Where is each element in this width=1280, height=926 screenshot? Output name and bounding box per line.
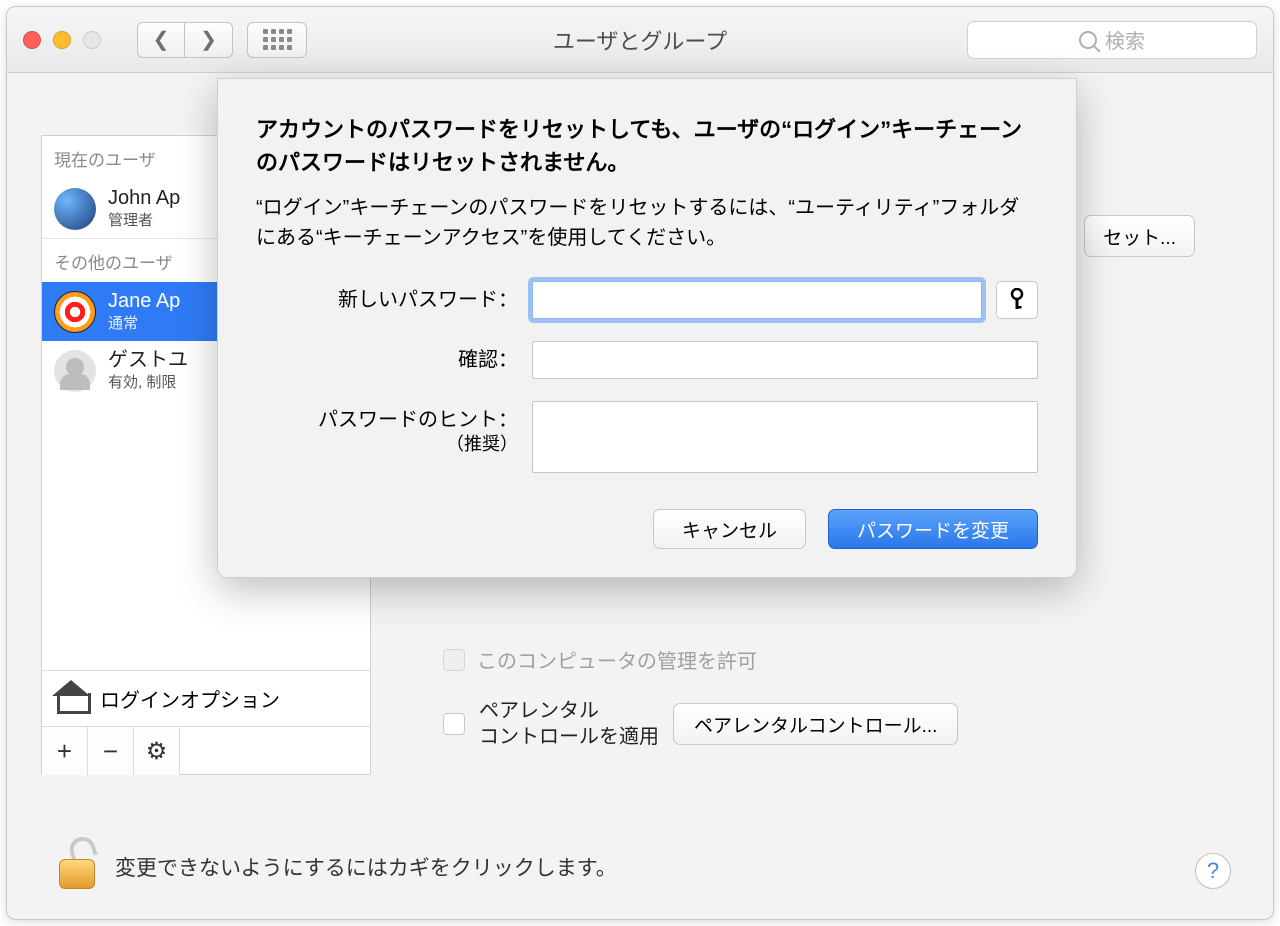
confirm-password-input[interactable] <box>532 341 1038 379</box>
allow-admin-row: このコンピュータの管理を許可 <box>443 645 757 674</box>
user-avatar-icon <box>54 188 96 230</box>
chevron-right-icon: ❯ <box>200 27 217 52</box>
search-placeholder: 検索 <box>1105 25 1145 54</box>
guest-avatar-icon <box>54 350 96 392</box>
new-password-input[interactable] <box>532 281 982 319</box>
user-role: 管理者 <box>108 209 180 230</box>
zoom-window-button[interactable] <box>83 31 101 49</box>
help-icon: ? <box>1207 858 1219 884</box>
nav-buttons: ❮ ❯ <box>137 22 233 58</box>
user-role: 通常 <box>108 312 180 333</box>
change-password-button[interactable]: パスワードを変更 <box>828 509 1038 549</box>
user-name: Jane Ap <box>108 290 180 312</box>
house-icon <box>54 684 88 714</box>
cancel-button[interactable]: キャンセル <box>653 509 806 549</box>
login-options-label: ログインオプション <box>100 684 280 713</box>
allow-admin-checkbox <box>443 649 465 671</box>
user-role: 有効, 制限 <box>108 371 188 392</box>
lock-text: 変更できないようにするにはカギをクリックします。 <box>115 852 617 882</box>
reset-password-button[interactable]: セット... <box>1084 215 1195 257</box>
reset-password-sheet: アカウントのパスワードをリセットしても、ユーザの“ログイン”キーチェーンのパスワ… <box>217 78 1077 578</box>
preferences-window: ❮ ❯ ユーザとグループ 検索 現在のユーザ <box>6 6 1274 920</box>
confirm-password-row: 確認： <box>256 341 1038 379</box>
unlock-icon[interactable] <box>57 841 97 893</box>
search-field[interactable]: 検索 <box>967 21 1257 59</box>
parental-checkbox[interactable] <box>443 713 465 735</box>
titlebar: ❮ ❯ ユーザとグループ 検索 <box>7 7 1273 73</box>
user-name: John Ap <box>108 187 180 209</box>
password-hint-row: パスワードのヒント： （推奨） <box>256 401 1038 473</box>
password-hint-label: パスワードのヒント： （推奨） <box>256 401 532 456</box>
minimize-window-button[interactable] <box>53 31 71 49</box>
help-button[interactable]: ? <box>1195 853 1231 889</box>
search-icon <box>1079 31 1097 49</box>
password-assistant-button[interactable] <box>996 281 1038 319</box>
new-password-label: 新しいパスワード： <box>256 281 532 313</box>
confirm-password-label: 確認： <box>256 341 532 373</box>
content-area: 現在のユーザ John Ap 管理者 その他のユーザ Jane Ap 通常 <box>7 73 1273 919</box>
user-name: ゲストユ <box>108 349 188 371</box>
user-avatar-icon <box>54 291 96 333</box>
open-parental-controls-button[interactable]: ペアレンタルコントロール... <box>673 703 958 745</box>
remove-user-button[interactable]: − <box>88 727 134 775</box>
chevron-left-icon: ❮ <box>153 27 170 52</box>
add-user-button[interactable]: + <box>42 727 88 775</box>
grid-icon <box>263 29 292 50</box>
back-button[interactable]: ❮ <box>137 22 185 58</box>
new-password-row: 新しいパスワード： <box>256 281 1038 319</box>
parental-controls-row: ペアレンタル コントロールを適用 ペアレンタルコントロール... <box>443 698 958 750</box>
sheet-button-row: キャンセル パスワードを変更 <box>256 509 1038 549</box>
password-hint-input[interactable] <box>532 401 1038 473</box>
close-window-button[interactable] <box>23 31 41 49</box>
forward-button[interactable]: ❯ <box>185 22 233 58</box>
show-all-button[interactable] <box>247 22 307 58</box>
login-options-row[interactable]: ログインオプション <box>42 670 370 726</box>
parental-label: ペアレンタル コントロールを適用 <box>479 698 659 750</box>
sheet-description: “ログイン”キーチェーンのパスワードをリセットするには、“ユーティリティ”フォル… <box>256 193 1038 253</box>
sheet-heading: アカウントのパスワードをリセットしても、ユーザの“ログイン”キーチェーンのパスワ… <box>256 113 1038 179</box>
lock-row: 変更できないようにするにはカギをクリックします。 <box>57 841 617 893</box>
allow-admin-label: このコンピュータの管理を許可 <box>477 645 757 674</box>
sidebar-action-buttons: + − ⚙ <box>42 726 370 774</box>
traffic-lights <box>23 31 101 49</box>
action-menu-button[interactable]: ⚙ <box>134 727 180 775</box>
gear-icon: ⚙ <box>146 737 168 766</box>
key-icon <box>1007 288 1027 312</box>
